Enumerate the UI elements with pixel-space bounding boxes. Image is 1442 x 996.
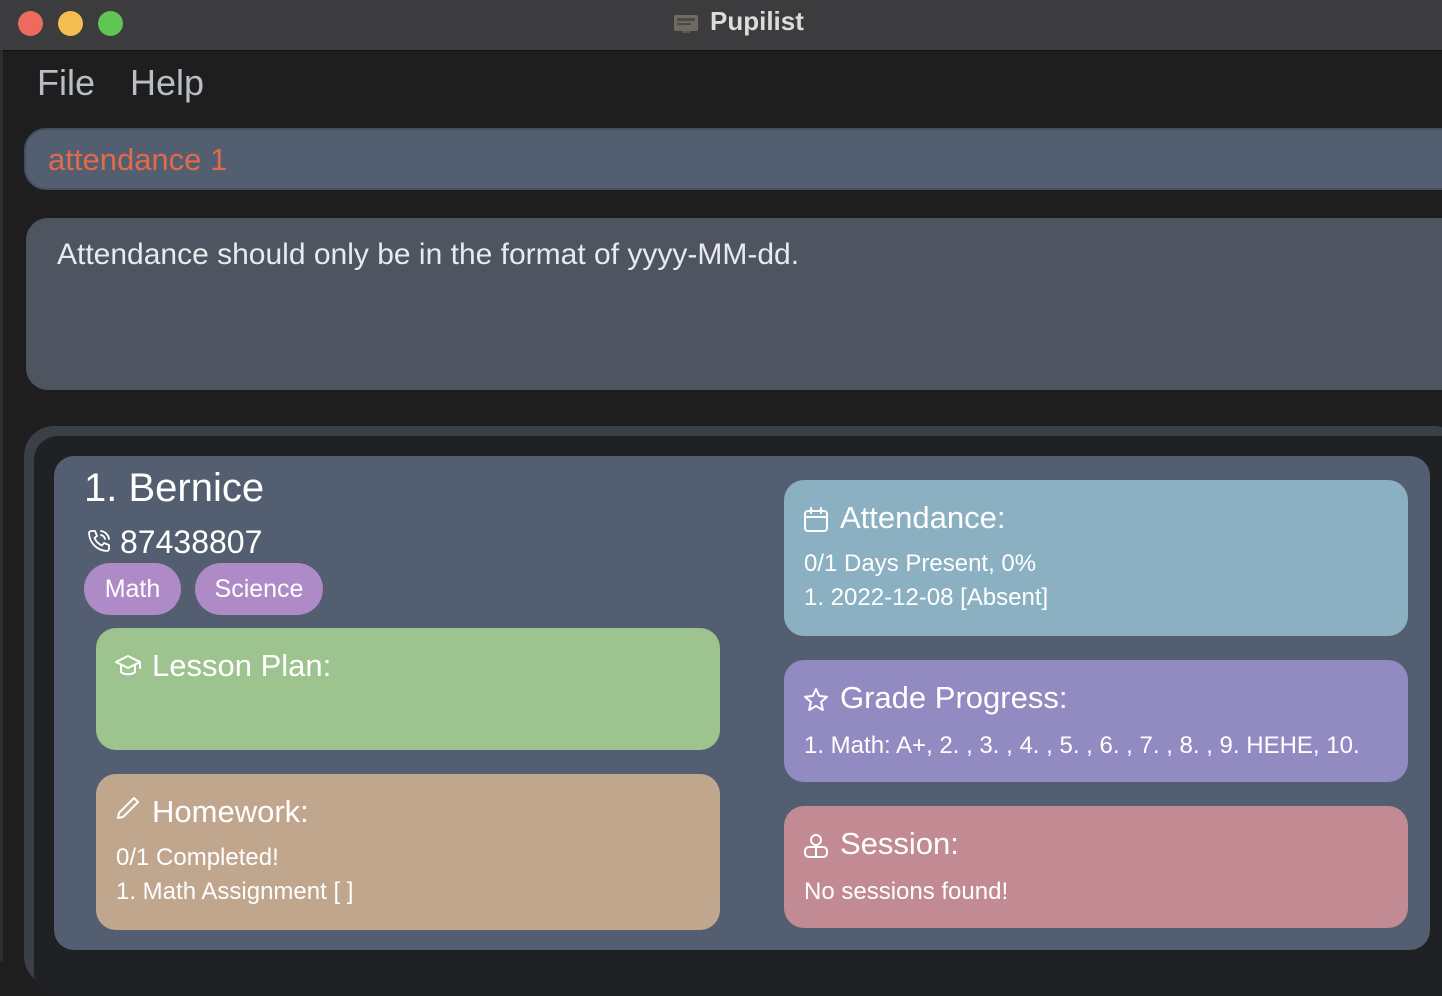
homework-section: Homework: 0/1 Completed! 1. Math Assignm…: [96, 774, 720, 930]
app-logo-icon: [674, 15, 698, 33]
person-name: 1. Bernice: [84, 466, 265, 510]
title-bar: Pupilist: [0, 0, 1442, 51]
command-box: [24, 128, 1442, 190]
attendance-summary: 0/1 Days Present, 0%: [804, 550, 1037, 577]
lesson-plan-section: Lesson Plan:: [96, 628, 720, 750]
grade-progress-item: 1. Math: A+, 2. , 3. , 4. , 5. , 6. , 7.…: [804, 732, 1360, 759]
graduation-cap-icon: [115, 655, 141, 676]
phone-number: 87438807: [120, 524, 263, 560]
close-window-button[interactable]: [18, 11, 43, 36]
result-display: Attendance should only be in the format …: [26, 218, 1442, 390]
command-input[interactable]: [48, 140, 1428, 180]
grade-progress-section: Grade Progress: 1. Math: A+, 2. , 3. , 4…: [784, 660, 1408, 782]
grade-progress-title: Grade Progress:: [840, 680, 1068, 715]
phone-icon: [88, 530, 110, 552]
pencil-icon: [117, 797, 139, 819]
user-group-icon: [804, 834, 828, 858]
menu-file[interactable]: File: [37, 62, 95, 104]
menu-help[interactable]: Help: [130, 62, 204, 104]
window-edge: [0, 50, 3, 962]
attendance-section: Attendance: 0/1 Days Present, 0% 1. 2022…: [784, 480, 1408, 636]
window-title: Pupilist: [710, 6, 804, 36]
tag-math: Math: [84, 563, 181, 615]
lesson-plan-title: Lesson Plan:: [152, 648, 332, 683]
result-message: Attendance should only be in the format …: [57, 238, 800, 271]
homework-item: 1. Math Assignment [ ]: [116, 878, 354, 905]
tag-science: Science: [195, 563, 323, 615]
session-section: Session: No sessions found!: [784, 806, 1408, 928]
minimize-window-button[interactable]: [58, 11, 83, 36]
homework-summary: 0/1 Completed!: [116, 844, 279, 871]
person-card[interactable]: 1. Bernice 87438807 Math Science Lesson …: [54, 456, 1430, 950]
star-icon: [804, 688, 828, 711]
attendance-title: Attendance:: [840, 500, 1006, 535]
calendar-icon: [804, 507, 828, 532]
maximize-window-button[interactable]: [98, 11, 123, 36]
attendance-item: 1. 2022-12-08 [Absent]: [804, 584, 1049, 611]
session-title: Session:: [840, 826, 959, 861]
homework-title: Homework:: [152, 794, 309, 829]
session-summary: No sessions found!: [804, 878, 1009, 905]
